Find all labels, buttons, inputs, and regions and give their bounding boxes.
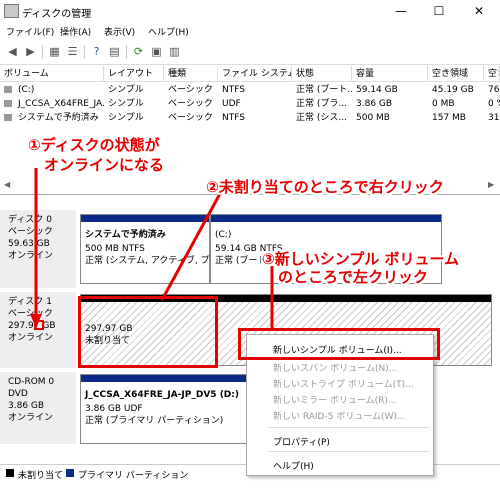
annotation-highlight-disk1-status: [34, 320, 44, 330]
annotation-step1-line2: オンラインになる: [44, 156, 165, 174]
annotation-arrow-step2: [160, 189, 224, 301]
annotation-step3-line2: のところで左クリック: [278, 268, 429, 286]
annotation-step1-line1: ①ディスクの状態が: [28, 136, 160, 154]
annotation-highlight-unallocated: [78, 296, 218, 368]
annotation-step2: ②未割り当てのところで右クリック: [206, 178, 444, 196]
annotation-highlight-new-simple-volume: [238, 328, 440, 360]
